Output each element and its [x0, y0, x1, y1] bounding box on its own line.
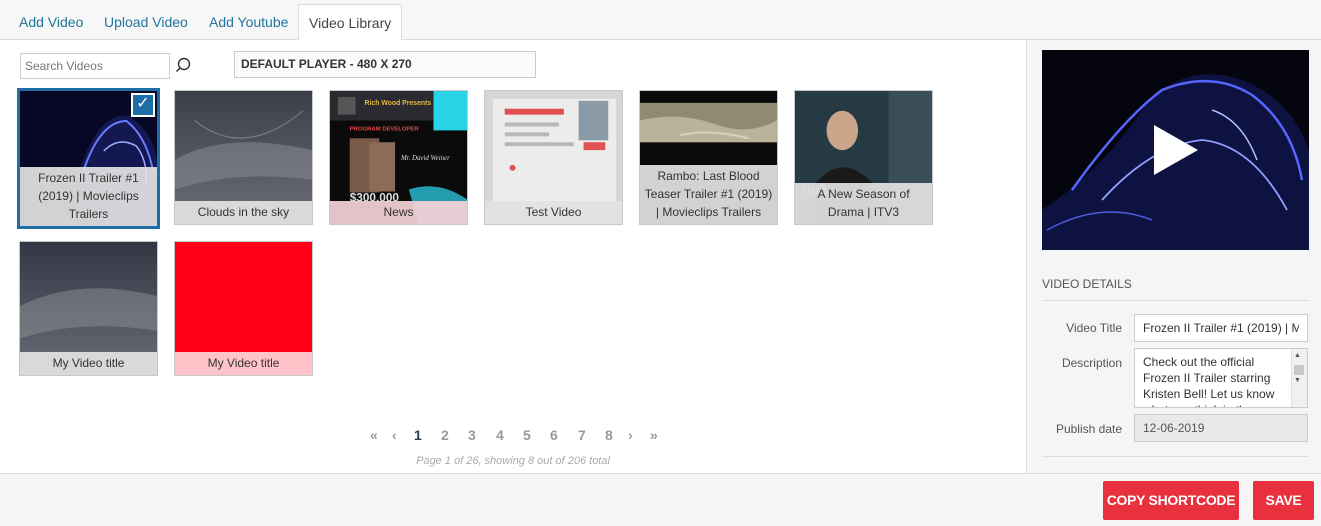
save-button[interactable]: SAVE: [1253, 481, 1314, 520]
search-icon[interactable]: [175, 57, 191, 73]
svg-text:Rich Wood Presents: Rich Wood Presents: [364, 100, 431, 107]
page-link[interactable]: 3: [468, 427, 476, 443]
page-link[interactable]: 8: [605, 427, 613, 443]
next-page-button[interactable]: ›: [628, 427, 633, 443]
page-link[interactable]: 2: [441, 427, 449, 443]
video-card[interactable]: itv3 A New Season of Drama | ITV3: [794, 90, 933, 225]
page-link[interactable]: 1: [414, 427, 422, 443]
video-card[interactable]: ✓ Frozen II Trailer #1 (2019) | Moviecli…: [17, 88, 160, 229]
video-card[interactable]: Rambo: Last Blood Teaser Trailer #1 (201…: [639, 90, 778, 225]
video-card-title: My Video title: [175, 352, 312, 375]
scroll-thumb[interactable]: [1294, 365, 1304, 375]
video-card[interactable]: Clouds in the sky: [174, 90, 313, 225]
divider: [1042, 456, 1309, 457]
pagination: « ‹ 1 2 3 4 5 6 7 8 › »: [0, 427, 1026, 445]
page-link[interactable]: 7: [578, 427, 586, 443]
svg-text:Mr. David Weiner: Mr. David Weiner: [400, 155, 450, 162]
video-card-title: My Video title: [20, 352, 157, 375]
first-page-button[interactable]: «: [370, 427, 378, 443]
scroll-up-icon[interactable]: ▲: [1294, 352, 1301, 359]
description-field[interactable]: Check out the official Frozen II Trailer…: [1134, 348, 1308, 408]
tab-add-youtube[interactable]: Add Youtube: [209, 0, 288, 40]
tab-bar: Add Video Upload Video Add Youtube Video…: [0, 0, 1321, 45]
video-card-title: A New Season of Drama | ITV3: [795, 183, 932, 224]
details-heading: VIDEO DETAILS: [1042, 277, 1132, 291]
tab-video-library[interactable]: Video Library: [298, 4, 403, 45]
video-card-title: Test Video: [485, 201, 622, 224]
video-title-field[interactable]: [1134, 314, 1308, 342]
video-card[interactable]: Test Video: [484, 90, 623, 225]
video-card[interactable]: Rich Wood Presents PROGRAM DEVELOPER Mr.…: [329, 90, 468, 225]
copy-shortcode-button[interactable]: COPY SHORTCODE: [1103, 481, 1239, 520]
video-title-label: Video Title: [1066, 321, 1122, 335]
video-card-title: Frozen II Trailer #1 (2019) | Movieclips…: [20, 167, 157, 226]
tab-upload-video[interactable]: Upload Video: [104, 0, 188, 40]
description-scrollbar[interactable]: ▲ ▼: [1291, 349, 1307, 407]
video-preview[interactable]: [1042, 50, 1309, 250]
page-link[interactable]: 6: [550, 427, 558, 443]
description-label: Description: [1061, 356, 1122, 370]
video-card[interactable]: My Video title: [174, 241, 313, 376]
page-link[interactable]: 5: [523, 427, 531, 443]
video-card-title: Rambo: Last Blood Teaser Trailer #1 (201…: [640, 165, 777, 224]
search-input[interactable]: [20, 53, 170, 79]
divider: [1042, 300, 1309, 301]
video-card-title: Clouds in the sky: [175, 201, 312, 224]
publish-date-label: Publish date: [1055, 422, 1122, 436]
play-icon[interactable]: [1150, 123, 1202, 177]
video-card-title: News: [330, 201, 467, 224]
tab-add-video[interactable]: Add Video: [19, 0, 83, 40]
pagination-info: Page 1 of 26, showing 8 out of 206 total: [416, 455, 610, 467]
svg-text:PROGRAM DEVELOPER: PROGRAM DEVELOPER: [350, 126, 420, 132]
selected-check-icon: ✓: [131, 93, 155, 117]
player-select[interactable]: DEFAULT PLAYER - 480 X 270: [234, 51, 536, 78]
page-link[interactable]: 4: [496, 427, 504, 443]
publish-date-field[interactable]: [1134, 414, 1308, 442]
last-page-button[interactable]: »: [650, 427, 658, 443]
scroll-down-icon[interactable]: ▼: [1294, 377, 1301, 384]
video-card[interactable]: My Video title: [19, 241, 158, 376]
prev-page-button[interactable]: ‹: [392, 427, 397, 443]
